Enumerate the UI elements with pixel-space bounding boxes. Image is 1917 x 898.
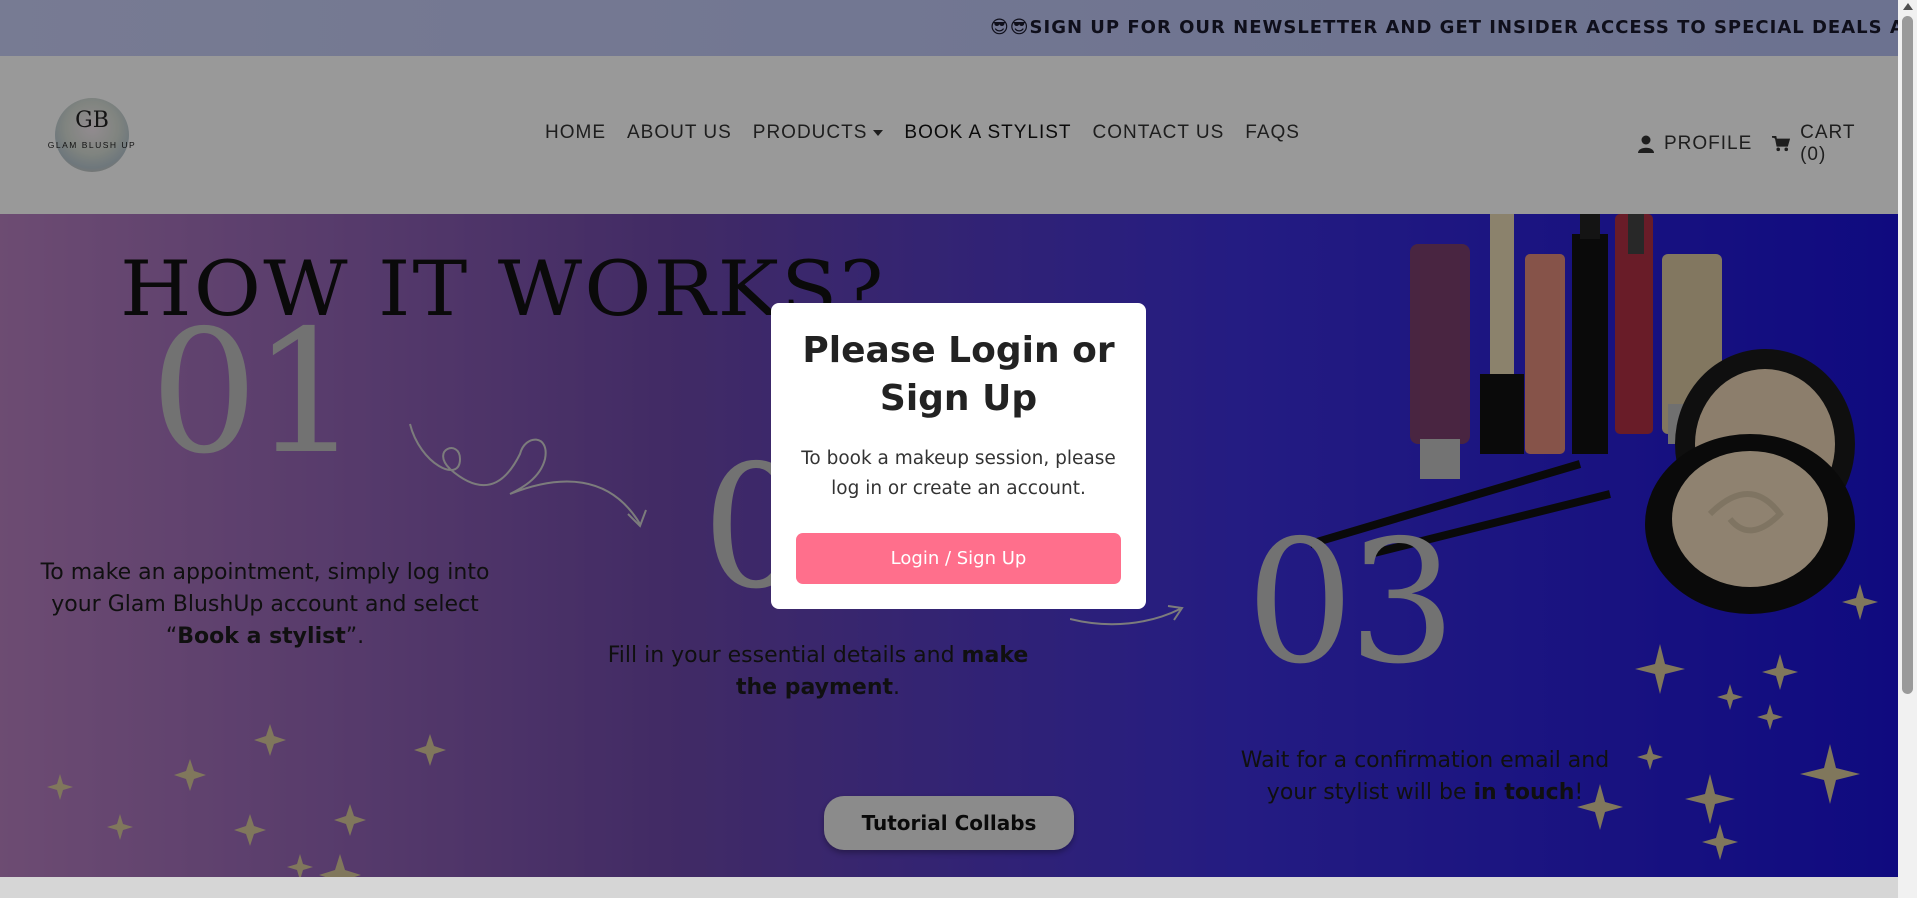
modal-title: Please Login or Sign Up xyxy=(802,330,1115,419)
login-signup-button[interactable]: Login / Sign Up xyxy=(796,533,1121,584)
scroll-up-arrow-icon[interactable] xyxy=(1903,3,1913,10)
modal-message: To book a makeup session, please log in … xyxy=(801,448,1116,499)
page-bottom xyxy=(0,877,1898,898)
login-modal: Please Login or Sign Up To book a makeup… xyxy=(771,303,1146,609)
scrollbar[interactable] xyxy=(1898,0,1917,898)
scrollbar-thumb[interactable] xyxy=(1902,16,1913,694)
